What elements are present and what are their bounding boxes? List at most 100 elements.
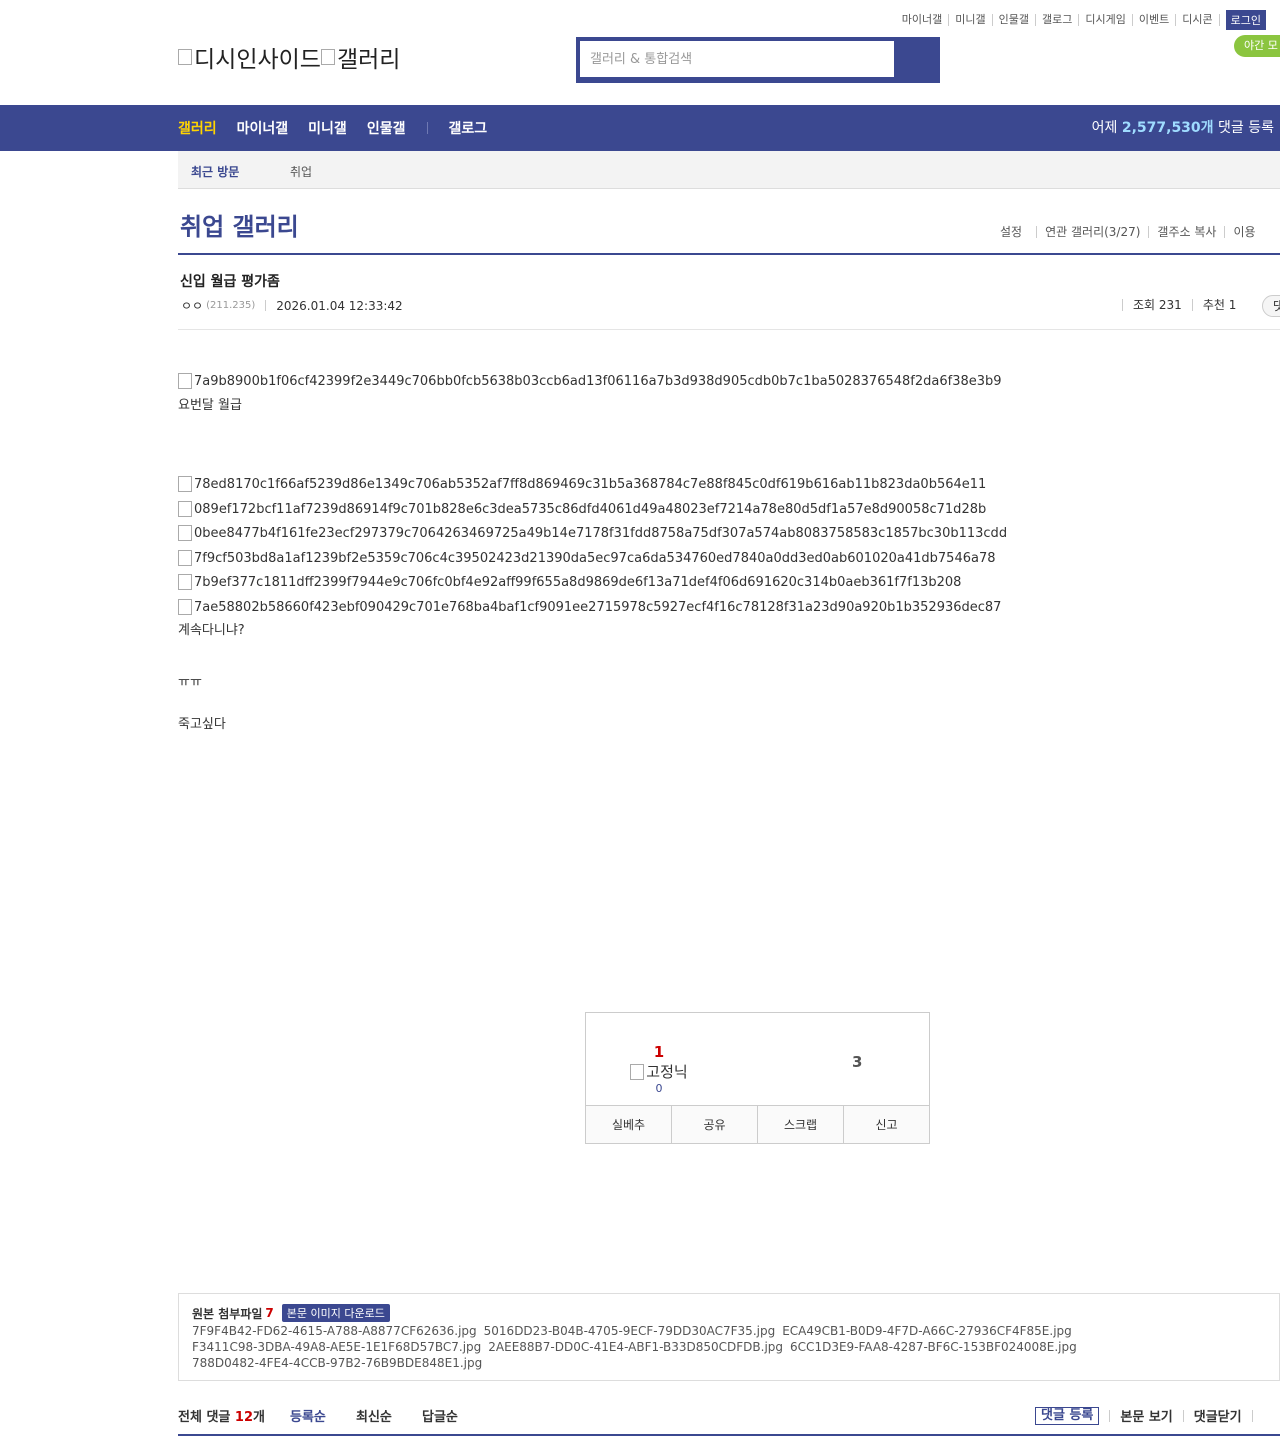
fixed-nick-label: 고정닉: [626, 1061, 692, 1082]
attachment-header: 원본 첨부파일 7 본문 이미지 다운로드: [192, 1304, 390, 1322]
broken-image-icon: [178, 49, 192, 65]
top-link-mini-gallery[interactable]: 미니갤: [949, 14, 993, 26]
attachment-file-link[interactable]: 788D0482-4FE4-4CCB-97B2-76B9BDE848E1.jpg: [192, 1356, 482, 1370]
broken-image-icon: [178, 476, 192, 492]
gallery-title[interactable]: 취업 갤러리: [180, 207, 299, 242]
attachment-file-link[interactable]: F3411C98-3DBA-49A8-AE5E-1E1F68D57BC7.jpg: [192, 1340, 481, 1354]
nav-item-person-gallery[interactable]: 인물갤: [367, 118, 406, 138]
post-image[interactable]: 7ae58802b58660f423ebf090429c701e768ba4ba…: [178, 599, 1001, 615]
attachment-file-link[interactable]: 2AEE88B7-DD0C-41E4-ABF1-B33D850CDFDB.jpg: [488, 1340, 783, 1354]
post-text-line: 계속다니냐?: [178, 623, 245, 638]
site-logo[interactable]: 디시인사이드 갤러리: [178, 40, 400, 74]
yesterday-comment-stat: 어제 2,577,530개 댓글 등록: [1092, 105, 1274, 151]
post-counts: 조회 231 추천 1 댓: [1122, 295, 1280, 317]
divider: [1109, 1409, 1111, 1422]
divider: [1251, 1409, 1253, 1422]
post-image-alt: 089ef172bcf11af7239d86914f9c701b828e6c3d…: [194, 501, 987, 517]
top-link-event[interactable]: 이벤트: [1133, 14, 1177, 26]
divider: [1182, 1409, 1184, 1422]
divider: [178, 253, 1280, 255]
broken-image-icon: [178, 599, 192, 615]
go-to-comments-button[interactable]: 댓: [1262, 295, 1280, 317]
top-link-dccon[interactable]: 디시콘: [1176, 14, 1220, 26]
nav-item-minor-gallery[interactable]: 마이너갤: [237, 118, 289, 138]
attachment-file-link[interactable]: 6CC1D3E9-FAA8-4287-BF6C-153BF024008E.jpg: [790, 1340, 1077, 1354]
top-link-minor-gallery[interactable]: 마이너갤: [896, 14, 950, 26]
gallery-options: 설정 연관 갤러리(3/27) 갤주소 복사 이용: [1000, 226, 1264, 238]
comment-register-button[interactable]: 댓글 등록: [1035, 1406, 1100, 1425]
broken-image-icon: [178, 501, 192, 517]
broken-image-icon: [178, 574, 192, 590]
post-image[interactable]: 7f9cf503bd8a1af1239bf2e5359c706c4c395024…: [178, 550, 996, 566]
related-gallery-link[interactable]: 연관 갤러리(3/27): [1036, 226, 1148, 238]
attachment-file-list: 7F9F4B42-FD62-4615-A788-A8877CF62636.jpg…: [192, 1323, 1252, 1371]
broken-image-icon: [178, 550, 192, 566]
divider: [178, 329, 1280, 330]
search-box: [576, 37, 940, 83]
nav-item-gallog[interactable]: 갤로그: [448, 118, 487, 138]
post-image[interactable]: 78ed8170c1f66af5239d86e1349c706ab5352af7…: [178, 476, 986, 492]
search-button[interactable]: [898, 41, 936, 77]
night-mode-toggle[interactable]: 야간 모: [1234, 35, 1280, 57]
attachment-file-link[interactable]: 5016DD23-B04B-4705-9ECF-79DD30AC7F35.jpg: [484, 1324, 776, 1338]
logo-section-text: 갤러리: [336, 47, 401, 73]
top-link-gallog[interactable]: 갤로그: [1036, 14, 1080, 26]
comment-total-count: 12: [234, 1410, 253, 1425]
scrap-button[interactable]: 스크랩: [757, 1106, 843, 1143]
broken-image-icon: [630, 1063, 645, 1080]
nav-item-gallery[interactable]: 갤러리: [178, 118, 217, 138]
comment-actions: 댓글 등록 본문 보기 댓글닫기: [1035, 1406, 1263, 1425]
top-link-dc-game[interactable]: 디시게임: [1079, 14, 1133, 26]
recommend-down-count[interactable]: 3: [852, 1053, 862, 1071]
view-body-button[interactable]: 본문 보기: [1120, 1406, 1172, 1425]
broken-image-icon: [178, 525, 192, 541]
post-date: 2026.01.04 12:33:42: [276, 298, 403, 313]
close-comments-button[interactable]: 댓글닫기: [1194, 1406, 1242, 1425]
sort-by-latest[interactable]: 최신순: [356, 1406, 392, 1425]
post-image[interactable]: 0bee8477b4f161fe23ecf297379c706426346972…: [178, 525, 1007, 541]
nav-item-mini-gallery[interactable]: 미니갤: [308, 118, 347, 138]
post-image-alt: 7b9ef377c1811dff2399f7944e9c706fc0bf4e92…: [194, 574, 962, 590]
share-button[interactable]: 공유: [671, 1106, 757, 1143]
top-link-person-gallery[interactable]: 인물갤: [993, 14, 1037, 26]
post-image-alt: 7ae58802b58660f423ebf090429c701e768ba4ba…: [194, 599, 1002, 615]
report-button[interactable]: 신고: [843, 1106, 929, 1143]
recent-visit-bar: 최근 방문 취업: [178, 151, 1280, 189]
sort-by-replies[interactable]: 답글순: [422, 1406, 458, 1425]
copy-gallery-address-link[interactable]: 갤주소 복사: [1148, 226, 1224, 238]
attachment-file-link[interactable]: ECA49CB1-B0D9-4F7D-A66C-27936CF4F85E.jpg: [782, 1324, 1072, 1338]
recommend-actions: 실베추 공유 스크랩 신고: [586, 1105, 929, 1143]
post-image-alt: 0bee8477b4f161fe23ecf297379c706426346972…: [194, 525, 1008, 541]
broken-image-icon: [320, 49, 335, 65]
writer-nick[interactable]: ㅇㅇ: [181, 297, 203, 314]
post-text-line: ㅠㅠ: [178, 675, 202, 690]
search-input[interactable]: [580, 41, 894, 77]
post-title: 신입 월급 평가좀: [180, 274, 280, 290]
gallery-usage-link[interactable]: 이용: [1224, 226, 1263, 238]
attachment-file-link[interactable]: 7F9F4B42-FD62-4615-A788-A8877CF62636.jpg: [192, 1324, 477, 1338]
recent-visit-item[interactable]: 취업: [290, 163, 312, 180]
comment-total: 전체 댓글 12개: [178, 1406, 265, 1425]
download-images-button[interactable]: 본문 이미지 다운로드: [281, 1304, 390, 1322]
post-writer-info: ㅇㅇ (211.235) 2026.01.04 12:33:42: [181, 297, 403, 314]
recommend-up-button[interactable]: 1 고정닉 0: [626, 1043, 692, 1095]
nav-divider: [427, 122, 429, 134]
recommend-count: 추천 1: [1191, 299, 1247, 311]
attachment-count: 7: [265, 1306, 274, 1320]
post-image[interactable]: 089ef172bcf11af7239d86914f9c701b828e6c3d…: [178, 501, 986, 517]
fixed-nick-count: 0: [655, 1082, 663, 1095]
top-utility-links: 마이너갤 미니갤 인물갤 갤로그 디시게임 이벤트 디시콘 로그인: [896, 10, 1266, 30]
real-best-recommend-button[interactable]: 실베추: [586, 1106, 671, 1143]
recommend-box: 1 고정닉 0 3 실베추 공유 스크랩 신고: [585, 1012, 930, 1144]
post-text-line: 죽고싶다: [178, 717, 226, 732]
sort-by-registration[interactable]: 등록순: [290, 1406, 326, 1425]
login-button[interactable]: 로그인: [1225, 10, 1266, 30]
post-image[interactable]: 7b9ef377c1811dff2399f7944e9c706fc0bf4e92…: [178, 574, 961, 590]
post-image[interactable]: 7a9b8900b1f06cf42399f2e3449c706bb0fcb563…: [178, 373, 1002, 389]
comment-total-prefix: 전체 댓글: [178, 1410, 231, 1425]
post-image-alt: 78ed8170c1f66af5239d86e1349c706ab5352af7…: [194, 476, 987, 492]
yesterday-prefix: 어제: [1091, 120, 1118, 136]
post-text-line: 요번달 월급: [178, 398, 242, 413]
gallery-settings-link[interactable]: 설정: [1000, 226, 1030, 238]
logo-site-text: 디시인사이드: [194, 47, 321, 73]
